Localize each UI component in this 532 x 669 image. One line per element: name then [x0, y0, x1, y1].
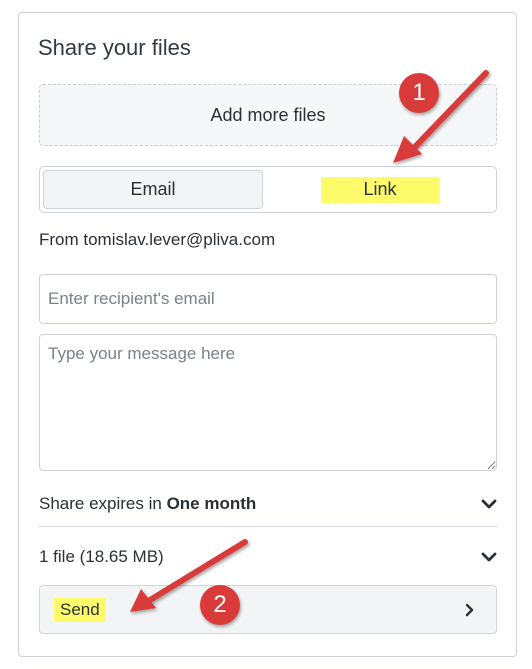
- send-button[interactable]: Send: [39, 585, 497, 634]
- sender-email-text: From tomislav.lever@pliva.com: [39, 230, 276, 249]
- tab-link-label: Link: [321, 176, 439, 203]
- chevron-right-icon: [465, 603, 474, 617]
- chevron-down-icon: [481, 552, 497, 562]
- share-expiry-text: Share expires in One month: [39, 494, 256, 514]
- file-list-toggle[interactable]: 1 file (18.65 MB): [39, 537, 497, 577]
- annotation-badge-2: 2: [200, 585, 240, 625]
- expires-prefix: Share expires in: [39, 494, 167, 513]
- chevron-down-icon: [481, 499, 497, 509]
- tab-email[interactable]: Email: [43, 170, 263, 209]
- files-summary: 1 file (18.65 MB): [39, 547, 164, 566]
- share-expiry-selector[interactable]: Share expires in One month: [39, 482, 497, 527]
- expires-value: One month: [166, 494, 257, 513]
- tab-link[interactable]: Link: [266, 170, 494, 209]
- annotation-badge-1: 1: [399, 73, 439, 113]
- recipient-email-input[interactable]: [39, 274, 497, 324]
- message-textarea[interactable]: [39, 334, 497, 471]
- send-label: Send: [54, 597, 106, 622]
- panel-title: Share your files: [38, 35, 191, 60]
- share-mode-toggle: Email Link: [39, 166, 497, 213]
